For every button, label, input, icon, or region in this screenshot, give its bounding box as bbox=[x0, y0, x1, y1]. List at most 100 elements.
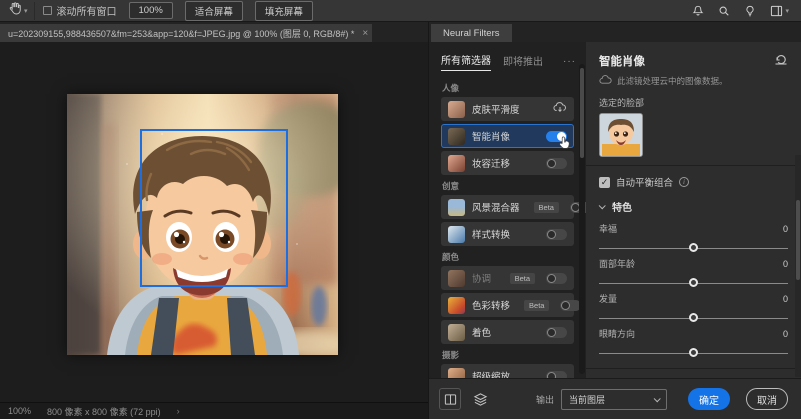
detail-scrollbar[interactable] bbox=[795, 155, 801, 377]
workspace-caret: ▾ bbox=[785, 7, 789, 15]
filter-row-super-zoom[interactable]: 超级缩放 bbox=[441, 364, 574, 378]
filter-row-style-transfer[interactable]: 样式转换 bbox=[441, 222, 574, 246]
selected-face-label: 选定的脸部 bbox=[599, 96, 788, 109]
filter-name: 着色 bbox=[472, 325, 491, 339]
filter-toggle[interactable] bbox=[546, 229, 567, 240]
notifications-bell-icon[interactable] bbox=[692, 5, 704, 17]
info-icon[interactable]: i bbox=[679, 177, 689, 187]
document-title: u=202309155,988436507&fm=253&app=120&f=J… bbox=[8, 27, 354, 40]
checkbox-checked-icon: ✓ bbox=[599, 177, 610, 188]
slider-happiness: 幸福 0 bbox=[599, 222, 788, 249]
document-tab[interactable]: u=202309155,988436507&fm=253&app=120&f=J… bbox=[0, 24, 372, 42]
auto-balance-checkbox[interactable]: ✓ 自动平衡组合 i bbox=[599, 175, 788, 189]
filter-row-skin-smoothing[interactable]: 皮肤平滑度 bbox=[441, 97, 574, 121]
panel-tab-bar: Neural Filters bbox=[429, 22, 801, 42]
workspace-switcher-icon[interactable]: ▾ bbox=[770, 5, 789, 17]
cloud-download-icon[interactable] bbox=[553, 100, 567, 118]
filter-list-scrollbar[interactable] bbox=[579, 64, 585, 374]
filter-toggle[interactable] bbox=[546, 158, 567, 169]
slider-label: 幸福 bbox=[599, 222, 617, 235]
neural-filters-tab[interactable]: Neural Filters bbox=[431, 24, 512, 42]
section-featured-header[interactable]: 特色 bbox=[599, 199, 788, 214]
filter-thumbnail bbox=[448, 101, 465, 118]
output-select[interactable]: 当前图层 bbox=[561, 389, 667, 410]
zoom-100-button[interactable]: 100% bbox=[129, 2, 173, 19]
filter-list-column: 所有筛选器 即将推出 ··· 人像 皮肤平滑度 bbox=[429, 42, 586, 378]
filter-row-harmonization[interactable]: 协调 Beta bbox=[441, 266, 574, 290]
filter-name: 色彩转移 bbox=[472, 298, 510, 312]
layers-preview-icon[interactable] bbox=[469, 388, 491, 410]
discover-lightbulb-icon[interactable] bbox=[744, 5, 756, 17]
output-label: 输出 bbox=[536, 393, 554, 406]
slider-track[interactable] bbox=[599, 353, 788, 354]
divider bbox=[586, 165, 801, 166]
search-icon[interactable] bbox=[718, 5, 730, 17]
auto-balance-label: 自动平衡组合 bbox=[616, 175, 673, 189]
beta-badge: Beta bbox=[510, 273, 535, 284]
slider-eye-direction: 眼睛方向 0 bbox=[599, 327, 788, 354]
status-doc-size: 800 像素 x 800 像素 (72 ppi) bbox=[47, 405, 161, 418]
slider-track[interactable] bbox=[599, 248, 788, 249]
filter-thumbnail bbox=[448, 226, 465, 243]
filter-thumbnail bbox=[448, 368, 465, 379]
filter-thumbnail bbox=[448, 128, 465, 145]
filter-row-makeup-transfer[interactable]: 妆容迁移 bbox=[441, 151, 574, 175]
filter-row-landscape-mixer[interactable]: 风景混合器 Beta bbox=[441, 195, 574, 219]
slider-knob[interactable] bbox=[689, 278, 698, 287]
cursor-hand-icon bbox=[558, 136, 571, 155]
filter-thumbnail bbox=[448, 270, 465, 287]
filter-detail-column: 智能肖像 此滤镜处理云中的图像数据。 选定的脸部 bbox=[586, 42, 801, 378]
options-bar: ▾ 滚动所有窗口 100% 适合屏幕 填充屏幕 ▾ bbox=[0, 0, 801, 22]
hand-tool-icon[interactable] bbox=[8, 2, 21, 20]
tab-coming-soon[interactable]: 即将推出 bbox=[503, 53, 543, 71]
output-selected-value: 当前图层 bbox=[569, 393, 605, 406]
preview-split-icon[interactable] bbox=[439, 388, 461, 410]
filter-name: 协调 bbox=[472, 271, 491, 285]
fill-screen-button[interactable]: 填充屏幕 bbox=[255, 1, 313, 21]
reset-filter-icon[interactable] bbox=[774, 52, 788, 70]
status-zoom-level[interactable]: 100% bbox=[8, 406, 31, 416]
slider-knob[interactable] bbox=[689, 243, 698, 252]
ok-button[interactable]: 确定 bbox=[688, 388, 730, 410]
filter-name: 风景混合器 bbox=[472, 200, 520, 214]
slider-value: 0 bbox=[783, 259, 788, 269]
chevron-down-icon bbox=[654, 395, 661, 402]
slider-hair-volume: 发量 0 bbox=[599, 292, 788, 319]
filter-toggle[interactable] bbox=[546, 371, 567, 379]
filter-toggle[interactable] bbox=[546, 273, 567, 284]
filter-row-colorize[interactable]: 着色 bbox=[441, 320, 574, 344]
beta-badge: Beta bbox=[534, 202, 559, 213]
slider-knob[interactable] bbox=[689, 348, 698, 357]
cancel-button[interactable]: 取消 bbox=[746, 388, 788, 410]
slider-knob[interactable] bbox=[689, 313, 698, 322]
filter-detail-title: 智能肖像 bbox=[599, 53, 645, 69]
close-tab-icon[interactable]: × bbox=[362, 28, 368, 39]
filter-name: 样式转换 bbox=[472, 227, 510, 241]
selected-face-thumbnail[interactable] bbox=[599, 113, 643, 157]
slider-label: 面部年龄 bbox=[599, 257, 635, 270]
more-options-icon[interactable]: ··· bbox=[563, 56, 576, 67]
filter-thumbnail bbox=[448, 324, 465, 341]
fit-screen-button[interactable]: 适合屏幕 bbox=[185, 1, 243, 21]
slider-track[interactable] bbox=[599, 318, 788, 319]
tab-all-filters[interactable]: 所有筛选器 bbox=[441, 52, 491, 71]
slider-value: 0 bbox=[783, 294, 788, 304]
status-chevron-icon[interactable]: › bbox=[177, 406, 180, 416]
filter-name: 妆容迁移 bbox=[472, 156, 510, 170]
filter-row-color-transfer[interactable]: 色彩转移 Beta bbox=[441, 293, 574, 317]
filter-name: 智能肖像 bbox=[472, 129, 510, 143]
filter-toggle[interactable] bbox=[546, 327, 567, 338]
slider-track[interactable] bbox=[599, 283, 788, 284]
canvas-area[interactable] bbox=[0, 42, 428, 402]
scroll-all-windows-checkbox[interactable]: 滚动所有窗口 bbox=[43, 3, 117, 18]
photoshop-window: ▾ 滚动所有窗口 100% 适合屏幕 填充屏幕 ▾ u=2 bbox=[0, 0, 801, 419]
filter-thumbnail bbox=[448, 297, 465, 314]
slider-value: 0 bbox=[783, 329, 788, 339]
slider-value: 0 bbox=[783, 224, 788, 234]
filter-name: 皮肤平滑度 bbox=[472, 102, 520, 116]
status-bar: 100% 800 像素 x 800 像素 (72 ppi) › bbox=[0, 402, 428, 419]
slider-label: 眼睛方向 bbox=[599, 327, 635, 340]
tool-dropdown-caret[interactable]: ▾ bbox=[24, 7, 28, 15]
slider-label: 发量 bbox=[599, 292, 617, 305]
filter-row-smart-portrait[interactable]: 智能肖像 bbox=[441, 124, 574, 148]
